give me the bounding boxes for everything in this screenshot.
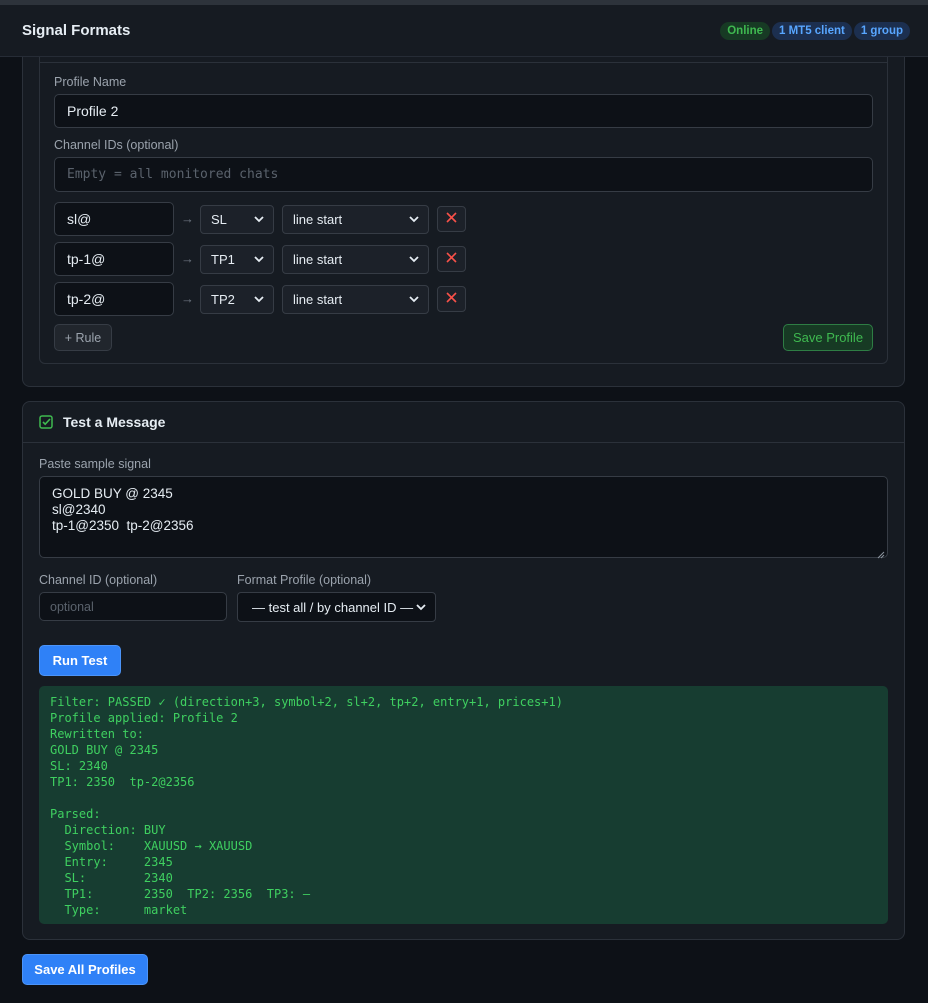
chevron-down-icon xyxy=(253,254,265,266)
rule-field-select[interactable]: TP1 xyxy=(200,245,274,274)
run-test-button[interactable]: Run Test xyxy=(39,645,121,676)
rule-pattern-input[interactable]: sl@ xyxy=(54,202,174,236)
chevron-down-icon xyxy=(415,601,427,613)
format-profile-select[interactable]: — test all / by channel ID — xyxy=(237,592,436,622)
page-title: Signal Formats xyxy=(22,22,131,39)
channel-id-label: Channel ID (optional) xyxy=(39,573,158,587)
channel-ids-label: Channel IDs (optional) xyxy=(54,138,179,152)
channel-id-input[interactable]: optional xyxy=(39,592,227,621)
output-line: Direction: BUY xyxy=(50,823,166,837)
rule-pattern-value: sl@ xyxy=(67,211,92,227)
test-card-divider xyxy=(22,442,905,443)
add-rule-button[interactable]: + Rule xyxy=(54,324,112,351)
chevron-down-icon xyxy=(253,294,265,306)
delete-rule-button[interactable] xyxy=(437,206,466,232)
rule-field-select[interactable]: TP2 xyxy=(200,285,274,314)
chevron-down-icon xyxy=(253,214,265,226)
rule-arrow-icon: → xyxy=(181,211,194,226)
resize-handle-icon[interactable] xyxy=(877,547,885,559)
online-badge: Online xyxy=(720,21,770,40)
output-line: Type: market xyxy=(50,903,188,917)
save-profile-button[interactable]: Save Profile xyxy=(783,324,873,351)
rule-mode-value: line start xyxy=(293,252,343,267)
output-line: Rewritten to: xyxy=(50,727,144,741)
mt5-client-badge: 1 MT5 client xyxy=(772,21,852,40)
close-icon xyxy=(446,210,457,228)
delete-rule-button[interactable] xyxy=(437,286,466,312)
output-line: TP1: 2350 TP2: 2356 TP3: — xyxy=(50,887,311,901)
rule-pattern-value: tp-2@ xyxy=(67,291,106,307)
page-header: Signal Formats Online 1 MT5 client 1 gro… xyxy=(0,5,928,57)
checkbox-check-icon xyxy=(39,415,53,429)
rule-field-select[interactable]: SL xyxy=(200,205,274,234)
rule-arrow-icon: → xyxy=(181,291,194,306)
rule-mode-select[interactable]: line start xyxy=(282,285,429,314)
rule-arrow-icon: → xyxy=(181,251,194,266)
profile-editor-top-border xyxy=(39,62,888,63)
sample-line: sl@2340 xyxy=(52,502,106,517)
close-icon xyxy=(446,290,457,308)
group-badge: 1 group xyxy=(853,21,910,40)
close-icon xyxy=(446,250,457,268)
sample-signal-textarea[interactable]: GOLD BUY @ 2345 sl@2340 tp-1@2350 tp-2@2… xyxy=(39,476,888,559)
rule-mode-value: line start xyxy=(293,292,343,307)
format-profile-value: — test all / by channel ID — xyxy=(252,599,414,615)
test-card-title: Test a Message xyxy=(63,414,166,430)
rule-pattern-input[interactable]: tp-2@ xyxy=(54,282,174,316)
rule-pattern-input[interactable]: tp-1@ xyxy=(54,242,174,276)
output-line: Symbol: XAUUSD → XAUUSD xyxy=(50,839,253,853)
sample-line: GOLD BUY @ 2345 xyxy=(52,486,173,501)
rule-field-value: TP2 xyxy=(211,292,235,307)
test-output: Filter: PASSED ✓ (direction+3, symbol+2,… xyxy=(39,686,888,924)
channel-id-placeholder: optional xyxy=(50,599,94,614)
rule-field-value: TP1 xyxy=(211,252,235,267)
output-line: Profile applied: Profile 2 xyxy=(50,711,238,725)
output-line: Entry: 2345 xyxy=(50,855,173,869)
chevron-down-icon xyxy=(408,214,420,226)
status-badges: Online 1 MT5 client 1 group xyxy=(720,21,910,40)
channel-ids-input[interactable]: Empty = all monitored chats xyxy=(54,157,873,192)
delete-rule-button[interactable] xyxy=(437,246,466,272)
rule-field-value: SL xyxy=(211,212,227,227)
channel-ids-placeholder: Empty = all monitored chats xyxy=(67,167,279,182)
rule-pattern-value: tp-1@ xyxy=(67,251,106,267)
rule-mode-value: line start xyxy=(293,212,343,227)
profile-name-value: Profile 2 xyxy=(67,103,119,119)
rule-mode-select[interactable]: line start xyxy=(282,205,429,234)
output-line: SL: 2340 xyxy=(50,759,108,773)
profile-name-input[interactable]: Profile 2 xyxy=(54,94,873,128)
save-all-profiles-button[interactable]: Save All Profiles xyxy=(22,954,148,985)
output-line: Parsed: xyxy=(50,807,101,821)
output-line: GOLD BUY @ 2345 xyxy=(50,743,159,757)
output-line: Filter: PASSED ✓ (direction+3, symbol+2,… xyxy=(50,695,563,709)
rule-mode-select[interactable]: line start xyxy=(282,245,429,274)
sample-signal-label: Paste sample signal xyxy=(39,457,151,471)
format-profile-label: Format Profile (optional) xyxy=(237,573,372,587)
output-line: SL: 2340 xyxy=(50,871,173,885)
sample-line: tp-1@2350 tp-2@2356 xyxy=(52,518,194,533)
chevron-down-icon xyxy=(408,294,420,306)
output-line: TP1: 2350 tp-2@2356 xyxy=(50,775,195,789)
profile-name-label: Profile Name xyxy=(54,75,127,89)
chevron-down-icon xyxy=(408,254,420,266)
